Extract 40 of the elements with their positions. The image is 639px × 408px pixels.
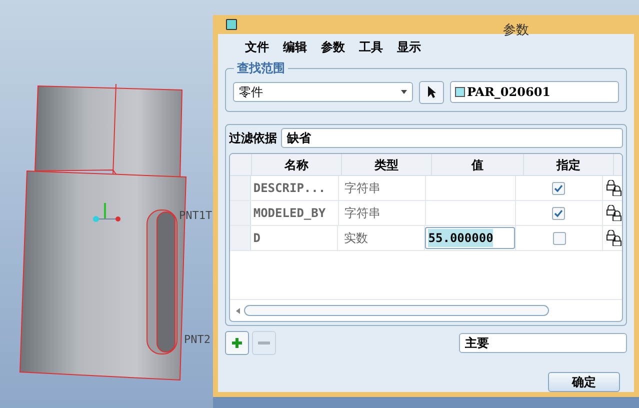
menu-item[interactable]: 工具	[359, 38, 383, 56]
column-header: 指定	[524, 154, 614, 175]
lock-icon[interactable]	[606, 180, 622, 196]
menu-item[interactable]: 文件	[245, 38, 269, 56]
cursor-icon	[426, 85, 436, 99]
point-label: PNT2	[184, 334, 210, 345]
filter-field[interactable]: 缺省	[281, 128, 623, 148]
select-button[interactable]	[419, 80, 444, 104]
group-legend: 查找范围	[234, 59, 288, 77]
column-header: 值	[432, 154, 524, 175]
caret-icon	[401, 90, 407, 94]
column-header: 类型	[342, 154, 432, 175]
cube-icon	[455, 87, 465, 97]
view-dropdown[interactable]: 主要	[459, 333, 627, 353]
lock-icon[interactable]	[606, 205, 622, 221]
minus-icon	[258, 341, 270, 345]
scope-dropdown[interactable]: 零件	[233, 82, 413, 102]
value-input[interactable]: 55.000000	[425, 227, 516, 249]
table-cell: 字符串	[338, 176, 426, 200]
scroll-left-icon[interactable]	[236, 308, 240, 314]
column-header: 名称	[252, 154, 342, 175]
table-cell: 字符串	[338, 201, 426, 225]
plus-icon	[231, 337, 243, 349]
coordinate-axes-icon	[93, 203, 120, 222]
model-field[interactable]: PAR_020601	[450, 81, 619, 103]
ok-button[interactable]: 确定	[548, 372, 620, 392]
checkbox[interactable]	[552, 232, 566, 244]
menu-item[interactable]: 编辑	[283, 38, 307, 56]
lock-icon[interactable]	[606, 230, 622, 246]
checkbox[interactable]	[552, 182, 566, 194]
menu-item[interactable]: 显示	[397, 38, 421, 56]
horizontal-scrollbar[interactable]	[244, 305, 549, 316]
table-cell: DESCRIP...	[251, 176, 339, 200]
filter-label: 过滤依据	[229, 130, 277, 147]
table-cell: D	[251, 226, 338, 250]
table-cell: MODELED_BY	[251, 201, 339, 225]
cube-icon	[226, 19, 237, 30]
menu-item[interactable]: 参数	[321, 38, 345, 56]
checkbox[interactable]	[552, 206, 566, 220]
add-button[interactable]	[225, 331, 249, 355]
